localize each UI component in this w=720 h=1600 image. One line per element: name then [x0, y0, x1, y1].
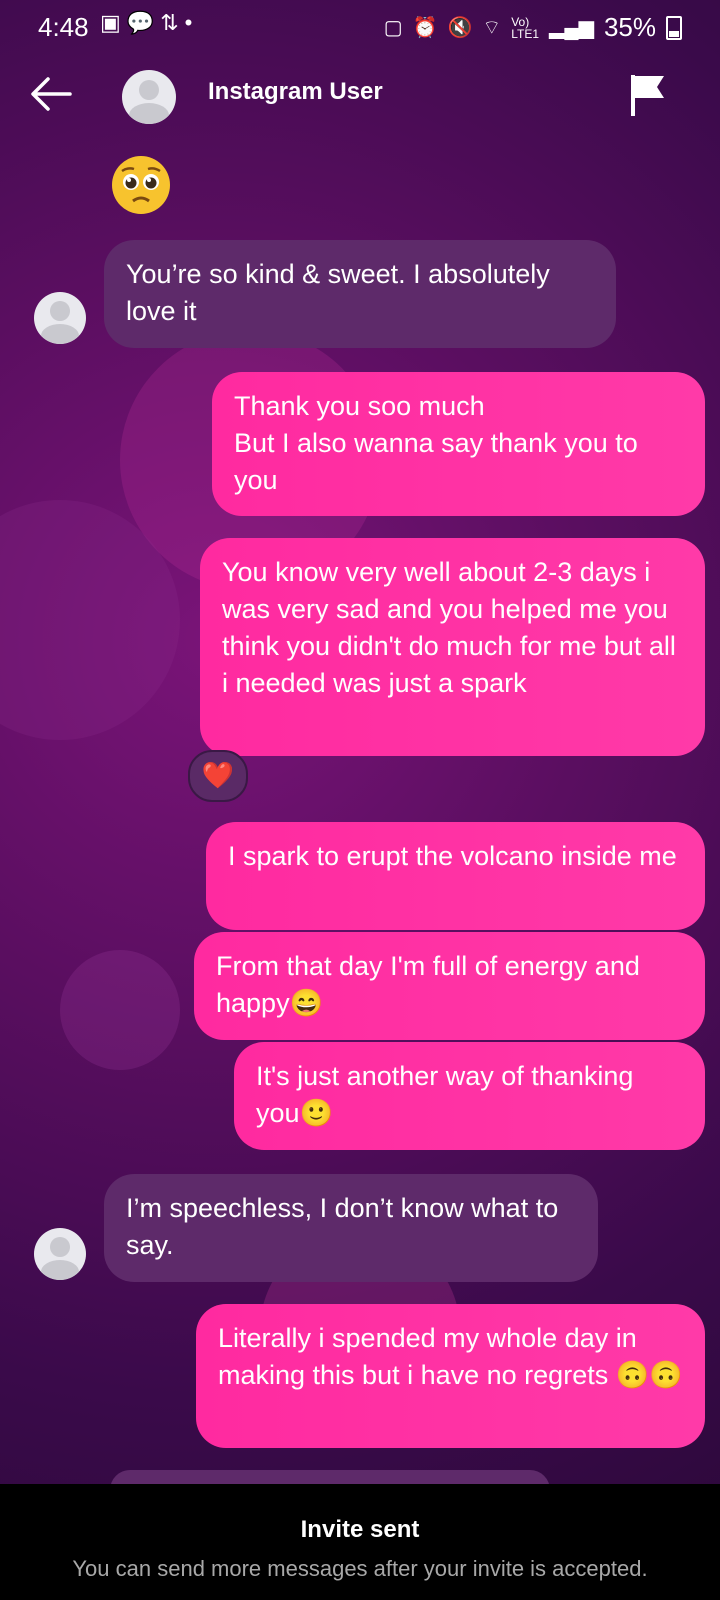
pleading-face-icon	[112, 156, 170, 214]
background-heart	[60, 950, 180, 1070]
avatar[interactable]	[122, 70, 176, 124]
chat-icon: 💬	[126, 10, 161, 35]
heart-icon: ❤️	[201, 760, 235, 790]
volte-icon: Vo) LTE1	[511, 14, 540, 41]
chat-header: Instagram User	[0, 62, 720, 132]
incoming-message[interactable]: I’m speechless, I don’t know what to say…	[104, 1174, 598, 1282]
mute-icon: 🔇	[447, 17, 473, 39]
alarm-icon: ⏰	[412, 17, 438, 39]
flag-icon	[631, 75, 664, 116]
battery-saver-icon: ▢	[383, 17, 403, 39]
outgoing-message[interactable]: Thank you soo much But I also wanna say …	[212, 372, 705, 516]
invite-status-footer: Invite sent You can send more messages a…	[0, 1484, 720, 1600]
sender-avatar[interactable]	[34, 1228, 86, 1280]
image-icon: ▣	[100, 10, 127, 35]
battery-icon	[666, 15, 682, 40]
battery-percent: 35%	[603, 12, 656, 42]
status-notification-icons: ▣💬⇅•	[100, 10, 198, 36]
emoji-message[interactable]	[110, 154, 172, 216]
invite-status-title: Invite sent	[300, 1516, 420, 1543]
outgoing-message[interactable]: From that day I'm full of energy and hap…	[194, 932, 705, 1040]
heart-reaction[interactable]: ❤️	[188, 750, 248, 802]
arrow-left-icon	[31, 77, 72, 111]
status-bar: 4:48 ▣💬⇅• ▢ ⏰ 🔇 ⌔ Vo) LTE1 ▂▄▆ 35%	[0, 0, 720, 56]
status-time: 4:48	[38, 12, 89, 42]
incoming-message[interactable]: You’re so kind & sweet. I absolutely lov…	[104, 240, 616, 348]
report-button[interactable]	[628, 72, 668, 116]
outgoing-message[interactable]: You know very well about 2-3 days i was …	[200, 538, 705, 756]
outgoing-message[interactable]: I spark to erupt the volcano inside me	[206, 822, 705, 930]
back-button[interactable]	[28, 74, 78, 118]
outgoing-message[interactable]: Literally i spended my whole day in maki…	[196, 1304, 705, 1448]
data-arrows-icon: ⇅	[160, 10, 185, 35]
signal-icon: ▂▄▆	[549, 17, 594, 39]
invite-status-subtitle: You can send more messages after your in…	[72, 1556, 648, 1581]
header-username[interactable]: Instagram User	[208, 78, 383, 106]
outgoing-message[interactable]: It's just another way of thanking you🙂	[234, 1042, 705, 1150]
sender-avatar[interactable]	[34, 292, 86, 344]
wifi-icon: ⌔	[482, 17, 502, 39]
status-system-icons: ▢ ⏰ 🔇 ⌔ Vo) LTE1 ▂▄▆ 35%	[384, 12, 682, 43]
dot-icon: •	[184, 10, 199, 35]
